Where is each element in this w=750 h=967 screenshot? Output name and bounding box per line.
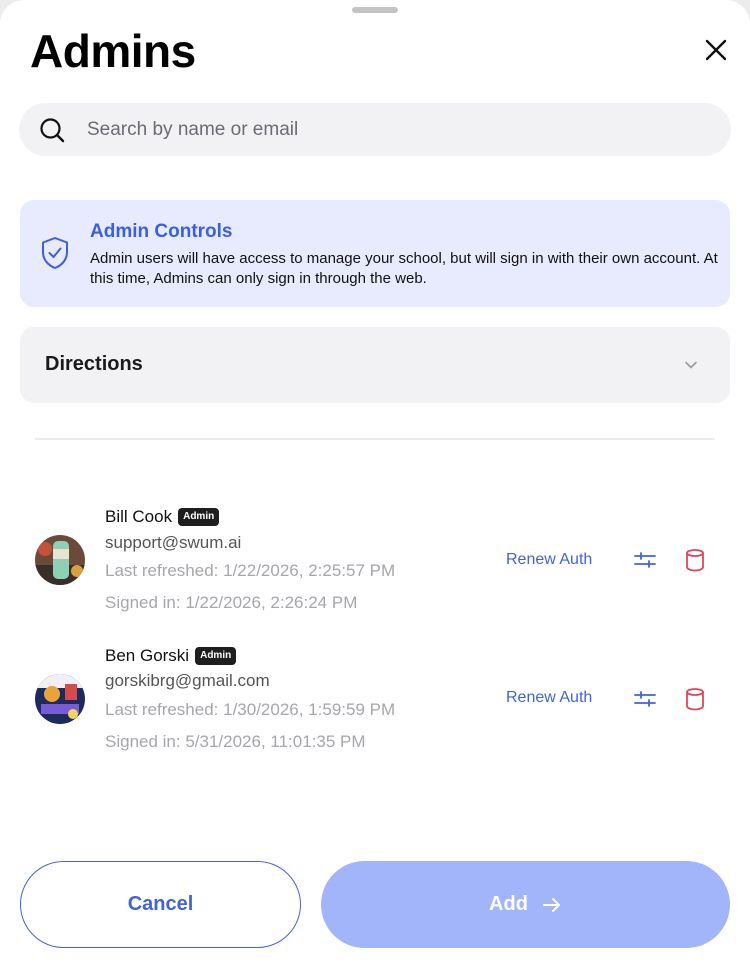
admin-name: Bill Cook [105,507,173,526]
sliders-icon[interactable] [633,689,657,709]
directions-accordion[interactable]: Directions [20,327,730,403]
avatar[interactable] [35,674,85,724]
admin-row: Ben Gorski Admin gorskibrg@gmail.com Las… [0,639,750,751]
signed-in: Signed in: 5/31/2026, 11:01:35 PM [105,732,366,751]
avatar[interactable] [35,535,85,585]
renew-auth-button[interactable]: Renew Auth [506,689,592,707]
directions-label: Directions [45,353,143,375]
page-title: Admins [30,25,196,77]
add-button[interactable]: Add [321,861,730,948]
cancel-button[interactable]: Cancel [20,861,301,948]
admin-badge: Admin [178,508,220,526]
last-refreshed: Last refreshed: 1/22/2026, 2:25:57 PM [105,561,396,580]
chevron-down-icon [685,361,697,369]
admins-sheet: Admins Admin Controls Admin users will h… [0,0,750,967]
signed-in: Signed in: 1/22/2026, 2:26:24 PM [105,593,358,612]
renew-auth-button[interactable]: Renew Auth [506,551,592,569]
admin-name: Ben Gorski [105,646,190,665]
sliders-icon[interactable] [633,550,657,570]
search-icon [40,118,65,143]
shield-check-icon [42,237,68,269]
avatar-image [35,535,85,585]
close-button[interactable] [700,34,732,66]
arrow-right-icon [542,897,560,912]
trash-icon[interactable] [684,687,706,711]
admin-badge: Admin [195,647,237,665]
trash-icon[interactable] [684,548,706,572]
drag-handle[interactable] [352,7,398,13]
add-label: Add [489,893,528,915]
admin-email: support@swum.ai [105,533,242,552]
admin-name-line: Bill Cook Admin [105,507,220,527]
avatar-image [35,674,85,724]
search-input[interactable] [87,103,707,156]
admin-name-line: Ben Gorski Admin [105,646,237,666]
last-refreshed: Last refreshed: 1/30/2026, 1:59:59 PM [105,700,396,719]
notice-body: Admin users will have access to manage y… [90,250,718,287]
cancel-label: Cancel [127,893,194,915]
close-icon [705,39,727,61]
admin-controls-notice: Admin Controls Admin users will have acc… [20,200,730,307]
admin-row: Bill Cook Admin support@swum.ai Last ref… [0,500,750,612]
admin-email: gorskibrg@gmail.com [105,671,270,690]
divider [35,438,715,440]
notice-title: Admin Controls [90,221,233,242]
search-bar[interactable] [19,103,731,156]
